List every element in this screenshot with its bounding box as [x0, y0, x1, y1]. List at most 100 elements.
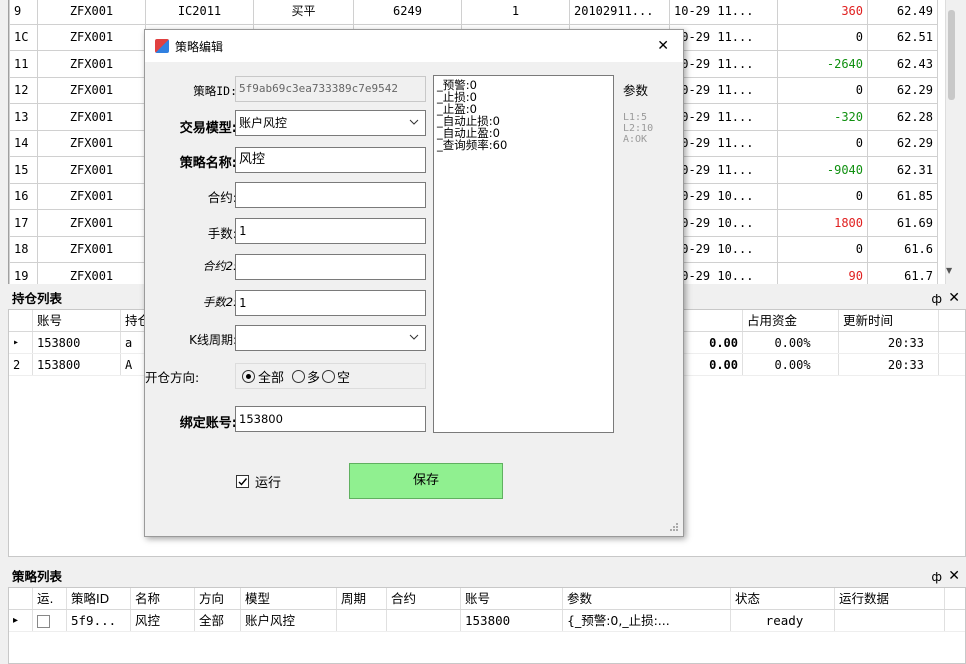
params-cell: {_预警:0,_止损:... [563, 610, 731, 631]
dialog-titlebar[interactable]: 策略编辑 ✕ [145, 30, 683, 62]
pnl-cell: 0 [777, 23, 868, 51]
pnl-cell: 0 [777, 76, 868, 104]
val-cell: 61.85 [867, 182, 938, 210]
name-field[interactable]: 风控 [235, 147, 426, 173]
column-header[interactable]: 参数 [563, 588, 731, 609]
column-header[interactable]: 占用资金 [743, 310, 839, 331]
column-header[interactable]: 状态 [731, 588, 835, 609]
account-field[interactable]: 153800 [235, 406, 426, 432]
resize-grip-icon[interactable] [669, 522, 679, 532]
code-cell: ZFX001 [37, 50, 146, 78]
radio-long-label: 多 [307, 370, 321, 386]
pin-icon[interactable]: ф [931, 567, 942, 587]
val-cell: 62.28 [867, 103, 938, 131]
strategies-panel-header: 策略列表 ф ✕ [8, 567, 966, 587]
close-icon[interactable]: ✕ [657, 38, 669, 54]
strategies-header-row: 运. 策略ID 名称 方向 模型 周期 合约 账号 参数 状态 运行数据 [9, 588, 965, 610]
qty-cell: 1 [461, 0, 570, 25]
column-header[interactable]: 策略ID [67, 588, 131, 609]
radio-short[interactable]: 空 [322, 367, 350, 386]
code-cell: ZFX001 [37, 235, 146, 263]
dialog-title: 策略编辑 [175, 39, 224, 54]
close-icon[interactable]: ✕ [948, 288, 960, 308]
column-header[interactable]: 账号 [461, 588, 563, 609]
close-icon[interactable]: ✕ [948, 566, 960, 586]
val-cell: 62.29 [867, 129, 938, 157]
margin-cell: 0.00% [743, 354, 839, 375]
idx-cell: 9 [9, 0, 38, 25]
column-header[interactable]: 运行数据 [835, 588, 945, 609]
column-header[interactable]: 模型 [241, 588, 337, 609]
kline-label: K线周期: [189, 333, 237, 347]
name-label: 策略名称: [179, 156, 237, 171]
save-button[interactable]: 保存 [349, 463, 503, 499]
action-cell: 买平 [253, 0, 354, 25]
row-indicator-icon: ▸ [9, 332, 33, 353]
app-icon [155, 39, 169, 53]
column-header[interactable]: 账号 [33, 310, 121, 331]
column-header[interactable]: 名称 [131, 588, 195, 609]
column-header[interactable]: 更新时间 [839, 310, 939, 331]
strategies-panel: 策略列表 ф ✕ 运. 策略ID 名称 方向 模型 周期 合约 账号 参数 状态… [8, 567, 966, 664]
strategies-grid: 运. 策略ID 名称 方向 模型 周期 合约 账号 参数 状态 运行数据 ▸ 5… [8, 587, 966, 664]
idx-cell: 12 [9, 76, 38, 104]
positions-title: 持仓列表 [12, 291, 63, 306]
qty2-label: 手数2: [202, 295, 237, 309]
code-cell: ZFX001 [37, 76, 146, 104]
table-row[interactable]: 9 ZFX001 IC2011 买平 6249 1 20102911... 10-29 11.… [9, 0, 938, 25]
idx-cell: 19 [9, 262, 38, 284]
val-cell: 61.6 [867, 235, 938, 263]
date-cell: 10-29 11... [669, 50, 778, 78]
strategy-id-field[interactable]: 5f9ab69c3ea733389c7e9542 [235, 76, 426, 102]
column-header[interactable]: 合约 [387, 588, 461, 609]
account-label: 绑定账号: [179, 416, 237, 431]
radio-long[interactable]: 多 [292, 367, 320, 386]
run-checkbox[interactable] [33, 610, 67, 631]
pnl-cell: 360 [777, 0, 868, 25]
date-cell: 10-29 10... [669, 235, 778, 263]
column-header[interactable]: 周期 [337, 588, 387, 609]
param-line: _查询频率:60 [437, 138, 508, 152]
date-cell: 10-29 11... [669, 76, 778, 104]
trade-grid-scroll-thumb[interactable] [948, 10, 955, 100]
date-cell: 10-29 11... [669, 23, 778, 51]
contract-field[interactable] [235, 182, 426, 208]
column-header[interactable]: 运. [33, 588, 67, 609]
scroll-down-icon[interactable]: ▼ [946, 266, 952, 275]
idx-cell: 18 [9, 235, 38, 263]
account-cell: 153800 [33, 354, 121, 375]
table-row[interactable]: ▸ 5f9... 风控 全部 账户风控 153800 {_预警:0,_止损:..… [9, 610, 965, 632]
date-cell: 10-29 11... [669, 103, 778, 131]
qty-field[interactable]: 1 [235, 218, 426, 244]
strategy-edit-dialog: 策略编辑 ✕ 策略ID: 5f9ab69c3ea733389c7e9542 交易… [144, 29, 684, 537]
pnl-cell: 0 [777, 235, 868, 263]
params-textarea[interactable]: _预警:0 _止损:0 _止盈:0 _自动止损:0 _自动止盈:0 _查询频率:… [433, 75, 614, 433]
direction-radio-group: 全部 多 空 [235, 363, 426, 389]
runtime-cell [835, 610, 945, 631]
qty2-field[interactable]: 1 [235, 290, 426, 316]
margin-cell: 0.00% [743, 332, 839, 353]
code-cell: ZFX001 [37, 103, 146, 131]
row-number: 2 [9, 354, 33, 375]
radio-all[interactable]: 全部 [242, 367, 284, 386]
kline-select[interactable] [235, 325, 426, 351]
date-cell: 10-29 11... [669, 129, 778, 157]
run-checkbox[interactable]: 运行 [236, 472, 281, 491]
order-cell: 20102911... [569, 0, 670, 25]
checkbox-checked-icon [236, 475, 249, 488]
code-cell: ZFX001 [37, 129, 146, 157]
column-header[interactable]: 方向 [195, 588, 241, 609]
idx-cell: 13 [9, 103, 38, 131]
contract2-field[interactable] [235, 254, 426, 280]
pin-icon[interactable]: ф [931, 289, 942, 309]
val-cell: 61.69 [867, 209, 938, 237]
hint-line: L1:5 [623, 112, 648, 123]
strategies-title: 策略列表 [12, 569, 63, 584]
time-cell: 20:33 [839, 332, 939, 353]
val-cell: 62.29 [867, 76, 938, 104]
model-value: 账户风控 [239, 116, 288, 130]
name-cell: 风控 [131, 610, 195, 631]
model-select[interactable]: 账户风控 [235, 110, 426, 136]
date-cell: 10-29 11... [669, 156, 778, 184]
row-indicator-icon: ▸ [9, 610, 33, 631]
